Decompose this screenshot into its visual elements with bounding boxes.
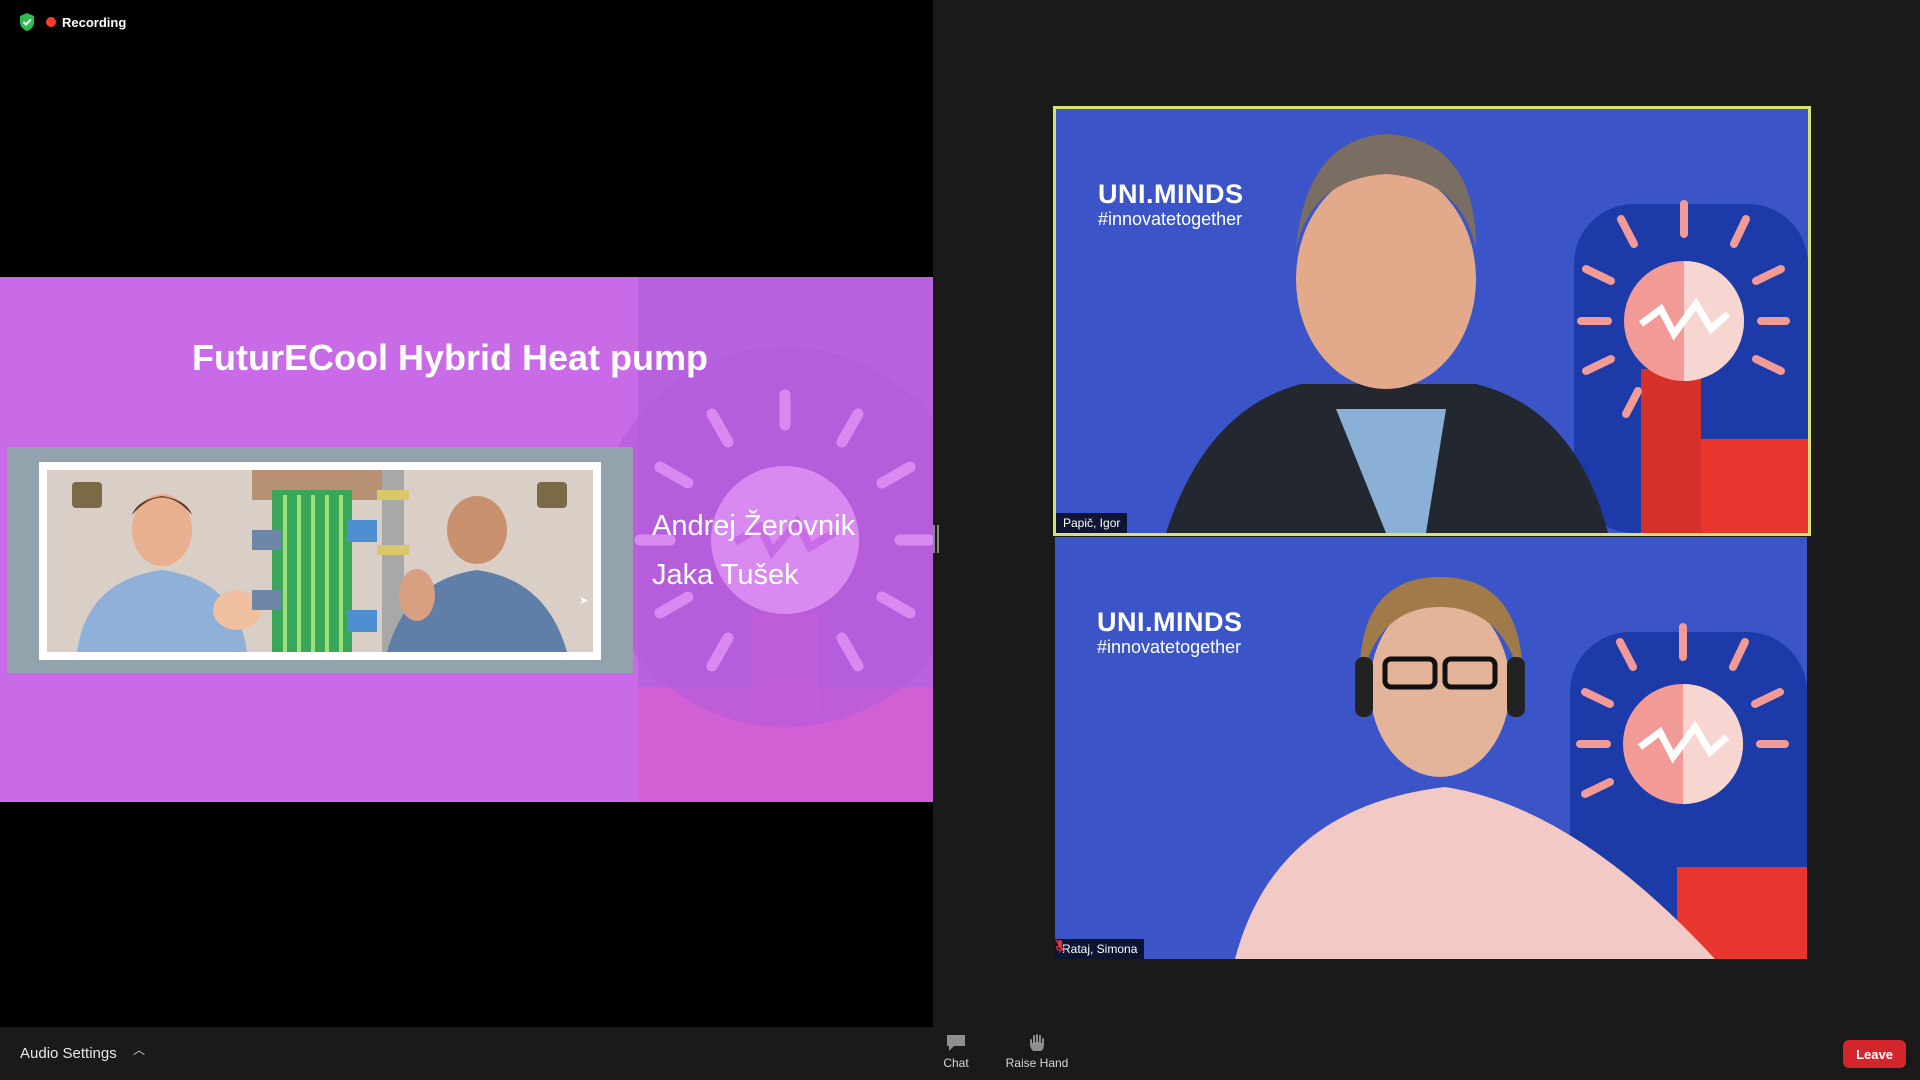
- participant-name: Rataj, Simona: [1062, 942, 1138, 956]
- authors-photo: [47, 470, 593, 652]
- recording-indicator: Recording: [18, 12, 126, 32]
- audio-settings-button[interactable]: Audio Settings: [20, 1045, 117, 1062]
- brand-logo-text: UNI.MINDS: [1097, 607, 1243, 637]
- slide-title: FuturECool Hybrid Heat pump: [192, 337, 708, 378]
- video-feed: [1056, 109, 1808, 533]
- video-tile-active-speaker[interactable]: UNI.MINDS #innovatetogether Papič, Igor: [1053, 106, 1811, 536]
- raise-hand-button[interactable]: Raise Hand: [1002, 1033, 1072, 1070]
- chat-label: Chat: [943, 1056, 969, 1070]
- split-view-handle[interactable]: [933, 525, 939, 553]
- participant-name-tag: Rataj, Simona: [1055, 939, 1145, 959]
- video-feed: [1055, 537, 1807, 959]
- meeting-toolbar: Audio Settings ︿ Chat Raise Hand Leave: [0, 1027, 1920, 1080]
- brand-hashtag: #innovatetogether: [1097, 637, 1242, 657]
- slide-photo-border: [39, 462, 601, 660]
- mouse-cursor-icon: ➤: [579, 595, 589, 607]
- chat-button[interactable]: Chat: [940, 1033, 972, 1070]
- recording-label: Recording: [62, 14, 127, 30]
- recording-dot-icon: [46, 17, 56, 27]
- brand-logo-text: UNI.MINDS: [1098, 179, 1244, 209]
- shield-check-icon: [20, 13, 34, 31]
- participant-name-tag: Papič, Igor: [1056, 513, 1128, 533]
- chevron-up-icon[interactable]: ︿: [133, 1041, 145, 1058]
- microphone-muted-icon: [1055, 939, 1065, 953]
- leave-button[interactable]: Leave: [1843, 1040, 1906, 1068]
- chat-bubble-icon: [947, 1035, 965, 1051]
- raise-hand-icon: [1030, 1034, 1044, 1051]
- author-name: Andrej Žerovnik: [652, 510, 856, 542]
- brand-hashtag: #innovatetogether: [1098, 209, 1243, 229]
- video-tile[interactable]: UNI.MINDS #innovatetogether Rataj, Simon…: [1055, 537, 1807, 959]
- slide-photo-frame: [7, 447, 633, 673]
- authors-photo-illustration: [47, 470, 593, 652]
- slide-authors: Andrej Žerovnik Jaka Tušek: [652, 502, 855, 600]
- presentation-slide: FuturECool Hybrid Heat pump Andrej Žerov…: [0, 277, 933, 802]
- participant-name: Papič, Igor: [1063, 516, 1121, 530]
- shared-screen: Recording FuturECool Hybrid Heat pump An…: [0, 0, 933, 1027]
- raise-hand-label: Raise Hand: [1005, 1056, 1069, 1070]
- author-name: Jaka Tušek: [652, 559, 799, 591]
